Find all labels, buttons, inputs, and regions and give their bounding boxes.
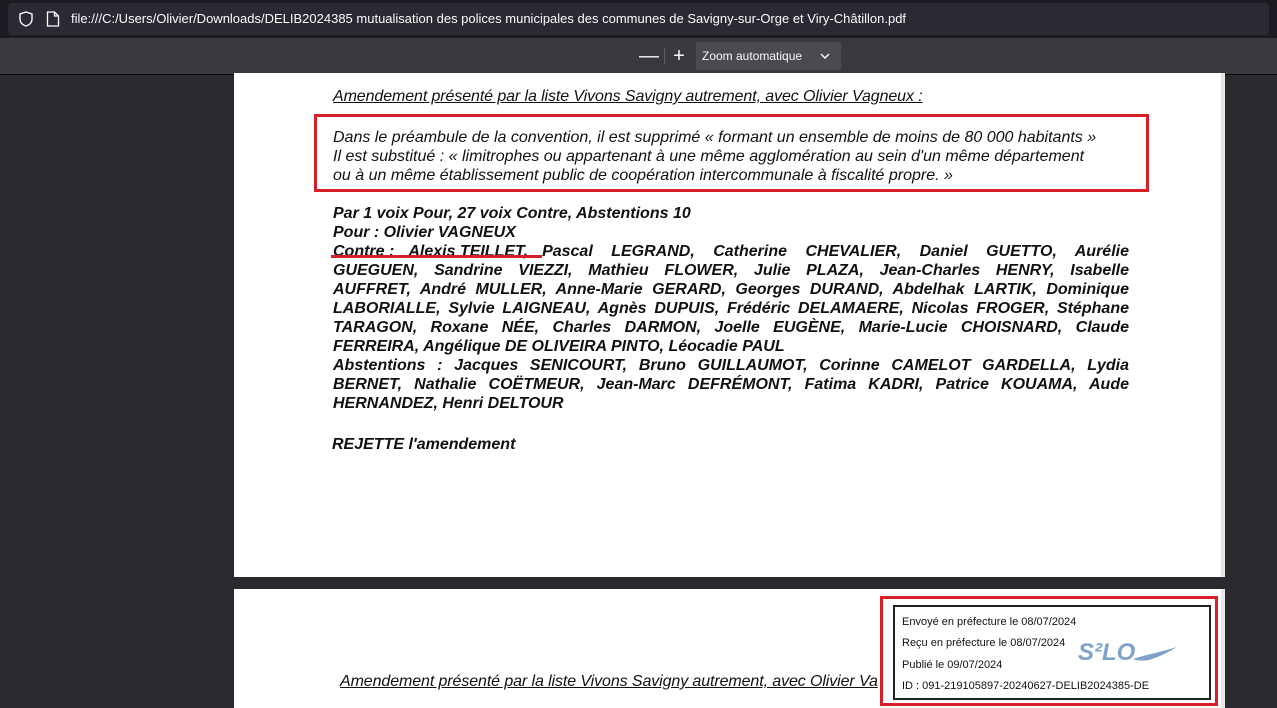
url-text[interactable]: file:///C:/Users/Olivier/Downloads/DELIB… (71, 11, 906, 26)
url-field[interactable]: file:///C:/Users/Olivier/Downloads/DELIB… (8, 3, 1269, 35)
amendment-line: Dans le préambule de la convention, il e… (333, 129, 1097, 146)
decision-text: REJETTE l'amendement (332, 436, 516, 453)
vote-block: Par 1 voix Pour, 27 voix Contre, Abstent… (333, 204, 1129, 413)
pour-line: Pour : Olivier VAGNEUX (333, 224, 516, 241)
shield-icon[interactable] (18, 11, 34, 27)
abstentions-line: BERNET, Nathalie COËTMEUR, Jean-Marc DEF… (333, 376, 1129, 393)
page-icon (46, 11, 60, 27)
vote-summary: Par 1 voix Pour, 27 voix Contre, Abstent… (333, 205, 691, 222)
contre-line: FERREIRA, Angélique DE OLIVEIRA PINTO, L… (333, 338, 785, 355)
contre-line: LABORIALLE, Sylvie LAIGNEAU, Agnès DUPUI… (333, 300, 1129, 317)
stamp-received: Reçu en préfecture le 08/07/2024 (902, 637, 1066, 649)
chevron-down-icon (820, 53, 830, 60)
contre-label: Contre : (333, 243, 395, 260)
amendment-text: Dans le préambule de la convention, il e… (333, 128, 1130, 185)
amendment-line: ou à un même établissement public de coo… (333, 167, 953, 184)
contre-line: Pascal LEGRAND, Catherine CHEVALIER, Dan… (542, 243, 1129, 260)
amendment-heading-2: Amendement présenté par la liste Vivons … (340, 673, 878, 690)
pdf-toolbar: — + Zoom automatique (0, 38, 1277, 75)
contre-first-name: Alexis TEILLET, (408, 243, 529, 260)
contre-line: AUFFRET, André MULLER, Anne-Marie GERARD… (333, 281, 1129, 298)
amendment-heading: Amendement présenté par la liste Vivons … (333, 88, 923, 105)
contre-line: TARAGON, Roxane NÉE, Charles DARMON, Joe… (333, 319, 1129, 336)
toolbar-separator (664, 48, 665, 64)
prefecture-stamp: Envoyé en préfecture le 08/07/2024 Reçu … (893, 605, 1211, 700)
amendment-line: Il est substitué : « limitrophes ou appa… (333, 148, 1085, 165)
zoom-value: Zoom automatique (702, 49, 803, 63)
scan-edge (1221, 73, 1225, 577)
bird-logo-icon (1133, 647, 1177, 661)
zoom-out-button[interactable]: — (637, 44, 661, 68)
browser-address-bar: file:///C:/Users/Olivier/Downloads/DELIB… (0, 0, 1277, 38)
stamp-sent: Envoyé en préfecture le 08/07/2024 (902, 616, 1077, 628)
red-underline-annotation (331, 255, 542, 258)
abstentions-line: HERNANDEZ, Henri DELTOUR (333, 395, 564, 412)
zoom-in-button[interactable]: + (667, 44, 691, 68)
stamp-id: ID : 091-219105897-20240627-DELIB2024385… (902, 680, 1150, 692)
pdf-page-1: Amendement présenté par la liste Vivons … (234, 73, 1225, 577)
contre-first-line: Contre : Alexis TEILLET, Pascal LEGRAND,… (333, 242, 1129, 261)
zoom-select[interactable]: Zoom automatique (696, 42, 841, 70)
stamp-published: Publié le 09/07/2024 (902, 659, 1003, 671)
contre-line: GUEGUEN, Sandrine VIEZZI, Mathieu FLOWER… (333, 262, 1129, 279)
s2lo-logo: S²LO (1078, 639, 1136, 666)
scan-edge (1221, 589, 1225, 708)
abstentions-line: Abstentions : Jacques SENICOURT, Bruno G… (333, 357, 1129, 374)
